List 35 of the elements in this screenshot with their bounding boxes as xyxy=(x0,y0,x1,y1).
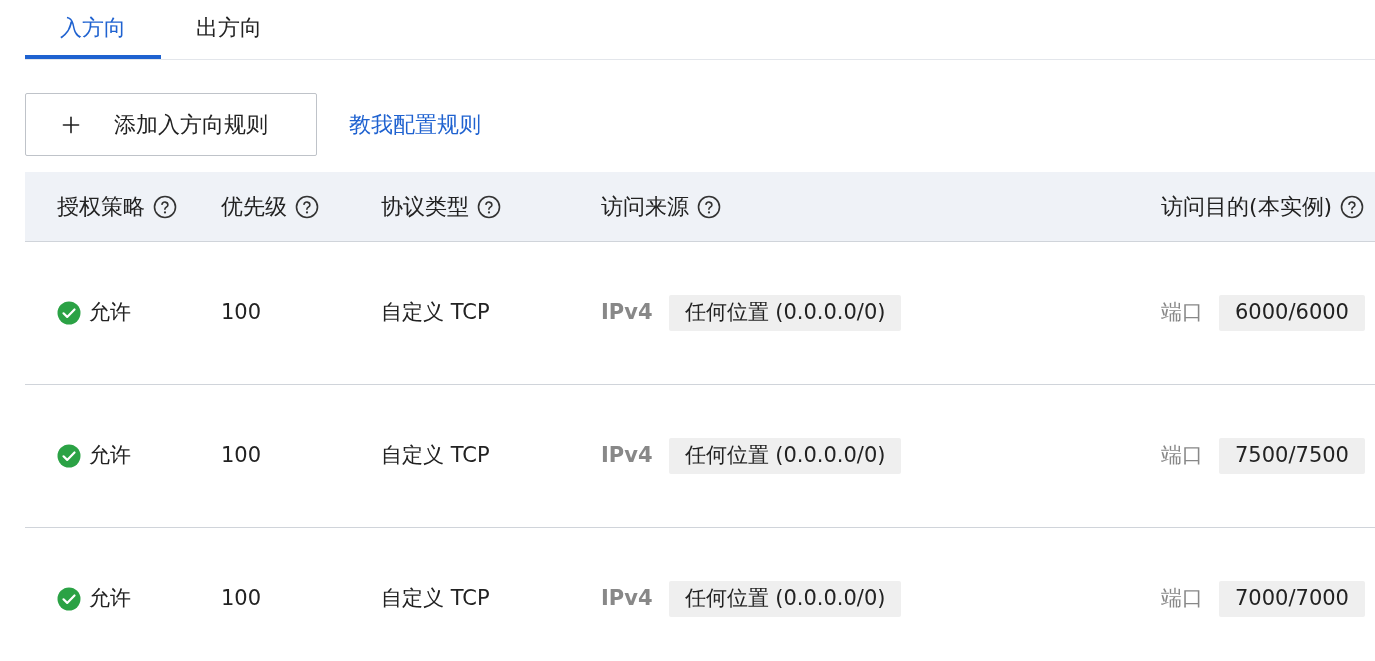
protocol-text: 自定义 TCP xyxy=(381,300,490,325)
port-label: 端口 xyxy=(1161,585,1203,613)
protocol-text: 自定义 TCP xyxy=(381,586,490,611)
tab[interactable]: 出方向 xyxy=(161,0,297,59)
source-tag: 任何位置 (0.0.0.0/0) xyxy=(668,295,902,331)
priority-text: 100 xyxy=(221,300,262,325)
help-icon[interactable] xyxy=(295,194,319,219)
port-label: 端口 xyxy=(1161,442,1203,470)
policy-text: 允许 xyxy=(89,299,131,327)
port-tag: 7500/7500 xyxy=(1219,438,1365,474)
column-header: 授权策略 xyxy=(57,193,145,221)
ip-version-text: IPv4 xyxy=(601,442,653,470)
priority-text: 100 xyxy=(221,443,262,468)
source-tag: 任何位置 (0.0.0.0/0) xyxy=(668,438,902,474)
policy-text: 允许 xyxy=(89,442,131,470)
column-header: 协议类型 xyxy=(381,193,469,221)
priority-text: 100 xyxy=(221,586,262,611)
column-header: 优先级 xyxy=(221,193,287,221)
help-icon[interactable] xyxy=(697,194,721,219)
tab[interactable]: 入方向 xyxy=(25,0,161,59)
protocol-text: 自定义 TCP xyxy=(381,443,490,468)
column-header: 访问目的(本实例) xyxy=(1161,193,1333,221)
help-link[interactable]: 教我配置规则 xyxy=(349,108,481,141)
help-icon[interactable] xyxy=(1340,194,1365,219)
source-tag: 任何位置 (0.0.0.0/0) xyxy=(668,581,902,617)
ip-version-text: IPv4 xyxy=(601,585,653,613)
port-label: 端口 xyxy=(1161,299,1203,327)
port-tag: 7000/7000 xyxy=(1219,581,1365,617)
column-header: 访问来源 xyxy=(601,193,689,221)
help-icon[interactable] xyxy=(153,194,177,219)
add-rule-button[interactable]: 添加入方向规则 xyxy=(25,93,317,156)
policy-text: 允许 xyxy=(89,585,131,613)
help-icon[interactable] xyxy=(477,194,501,219)
port-tag: 6000/6000 xyxy=(1219,295,1365,331)
ip-version-text: IPv4 xyxy=(601,299,653,327)
